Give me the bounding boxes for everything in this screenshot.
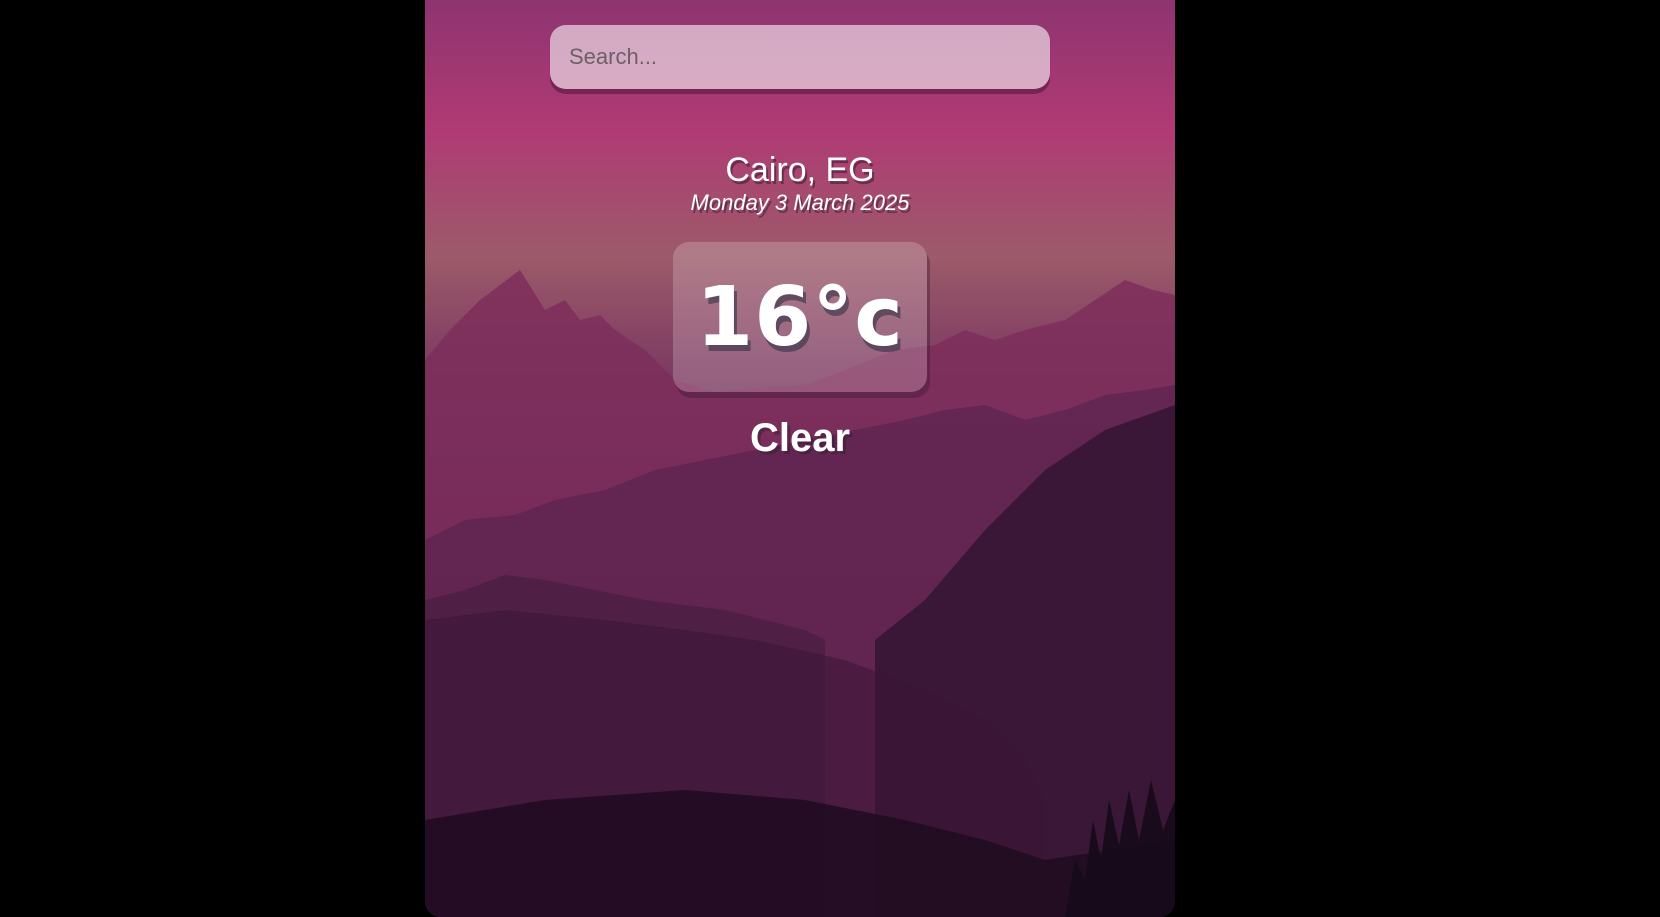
weather-condition: Clear <box>749 416 851 460</box>
temperature-value: 16°c <box>696 269 904 365</box>
current-date: Monday 3 March 2025 <box>690 190 910 215</box>
weather-app: Cairo, EG Monday 3 March 2025 16°c Clear <box>425 0 1175 917</box>
temperature-card: 16°c <box>673 242 927 392</box>
search-box[interactable] <box>550 25 1050 89</box>
search-input[interactable] <box>550 25 1050 89</box>
location-box: Cairo, EG Monday 3 March 2025 <box>425 150 1175 216</box>
location-name: Cairo, EG <box>725 151 875 189</box>
